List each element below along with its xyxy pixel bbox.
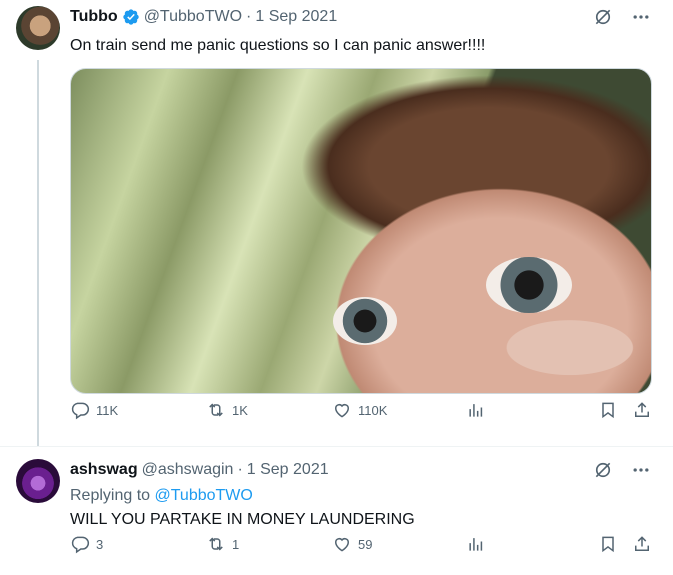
tweet-text: WILL YOU PARTAKE IN MONEY LAUNDERING <box>70 511 415 528</box>
reply-count: 3 <box>96 536 104 552</box>
separator-dot: · <box>246 8 252 25</box>
like-icon <box>332 400 352 420</box>
retweet-count: 1 <box>232 536 240 552</box>
grok-icon[interactable] <box>593 7 613 27</box>
author-handle[interactable]: @TubboTWO <box>144 8 242 26</box>
author-name[interactable]: ashswag <box>70 461 138 479</box>
tweet-top-actions <box>593 7 651 27</box>
reply-button[interactable]: 11K <box>70 400 118 420</box>
reply-button[interactable]: 3 <box>70 534 103 554</box>
tweet-header: Tubbo @TubboTWO · 1 Sep 2021 <box>70 6 337 28</box>
share-button[interactable] <box>632 534 652 554</box>
retweet-icon <box>206 534 226 554</box>
reply-tweet[interactable]: ashswag @ashswagin · 1 Sep 2021 Replying… <box>0 446 673 575</box>
views-button[interactable] <box>466 534 486 554</box>
reply-icon <box>70 400 90 420</box>
replying-prefix: Replying to <box>70 487 151 504</box>
author-name[interactable]: Tubbo <box>70 8 118 26</box>
like-icon <box>332 534 352 554</box>
views-button[interactable] <box>466 400 486 420</box>
replying-to: Replying to @TubboTWO <box>70 485 253 507</box>
retweet-button[interactable]: 1 <box>206 534 239 554</box>
replying-handle-link[interactable]: @TubboTWO <box>155 487 253 504</box>
tweet-header: ashswag @ashswagin · 1 Sep 2021 <box>70 459 329 481</box>
reply-icon <box>70 534 90 554</box>
like-count: 110K <box>358 402 388 418</box>
bookmark-icon <box>598 400 618 420</box>
more-icon[interactable] <box>631 460 651 480</box>
retweet-icon <box>206 400 226 420</box>
photo-detail <box>333 297 397 345</box>
tweet-top-actions <box>593 460 651 480</box>
like-button[interactable]: 110K <box>332 400 387 420</box>
tweet-photo[interactable] <box>70 68 652 394</box>
separator-dot: · <box>237 461 243 478</box>
retweet-button[interactable]: 1K <box>206 400 248 420</box>
like-button[interactable]: 59 <box>332 534 372 554</box>
avatar[interactable] <box>16 459 60 503</box>
more-icon[interactable] <box>631 7 651 27</box>
views-icon <box>466 400 486 420</box>
avatar[interactable] <box>16 6 60 50</box>
bookmark-icon <box>598 534 618 554</box>
share-icon <box>632 534 652 554</box>
author-handle[interactable]: @ashswagin <box>142 461 234 479</box>
main-tweet[interactable]: Tubbo @TubboTWO · 1 Sep 2021 On train se… <box>0 0 673 446</box>
bookmark-button[interactable] <box>598 400 618 420</box>
bookmark-button[interactable] <box>598 534 618 554</box>
grok-icon[interactable] <box>593 460 613 480</box>
share-button[interactable] <box>632 400 652 420</box>
thread-line <box>37 60 39 446</box>
tweet-text: On train send me panic questions so I ca… <box>70 37 486 54</box>
like-count: 59 <box>358 536 373 552</box>
retweet-count: 1K <box>232 402 248 418</box>
reply-count: 11K <box>96 402 119 418</box>
tweet-date[interactable]: 1 Sep 2021 <box>255 8 337 26</box>
photo-detail <box>486 257 572 313</box>
verified-badge-icon[interactable] <box>122 8 140 26</box>
views-icon <box>466 534 486 554</box>
tweet-date[interactable]: 1 Sep 2021 <box>247 461 329 479</box>
share-icon <box>632 400 652 420</box>
